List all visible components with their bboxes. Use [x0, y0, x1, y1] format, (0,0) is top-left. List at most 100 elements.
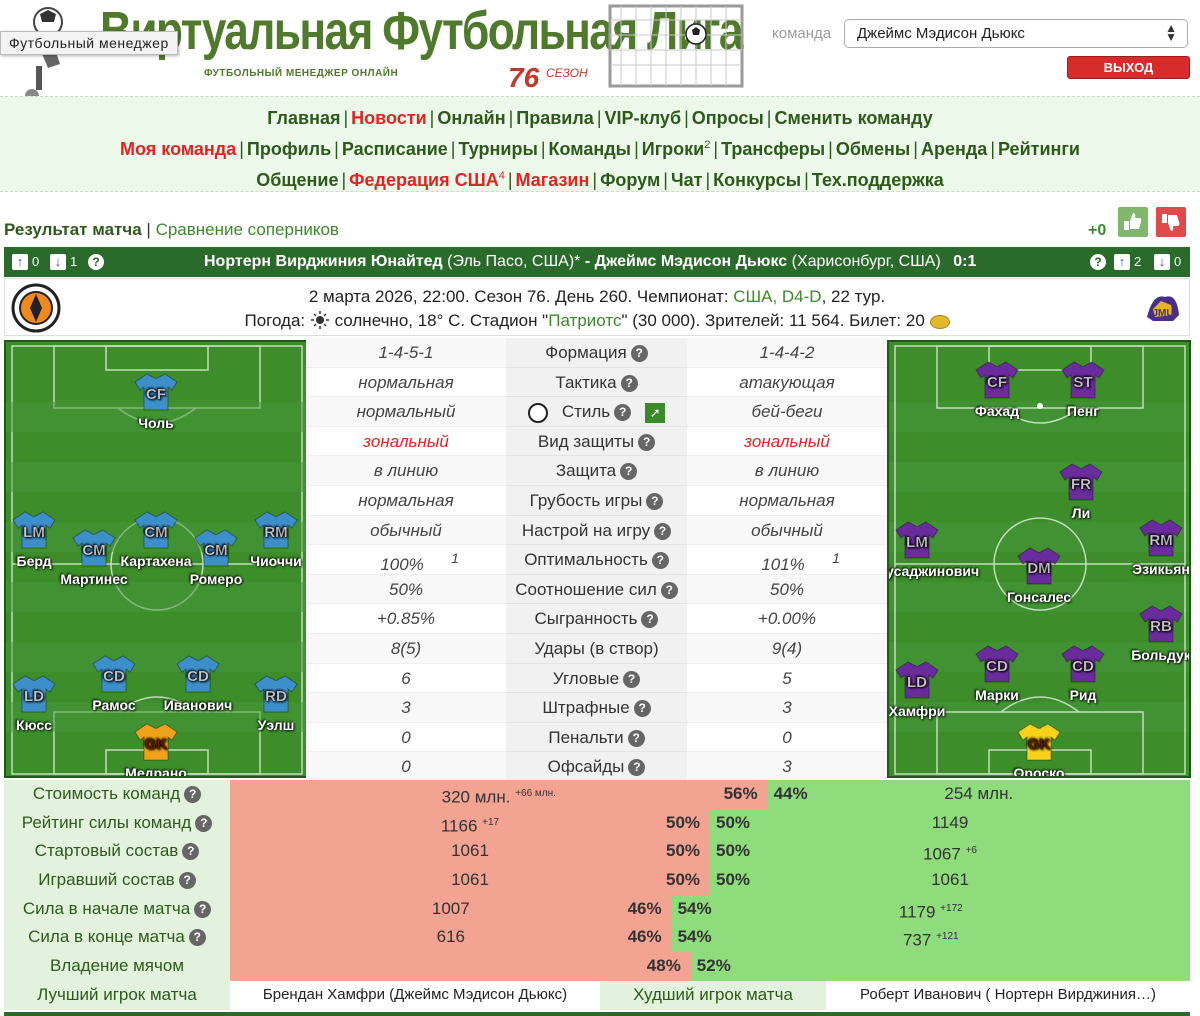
away-player-lm[interactable]: LM Хусаджинович	[889, 520, 979, 579]
worst-player-link[interactable]: Роберт Иванович ( Нортерн Вирджиния…)	[826, 980, 1190, 1010]
logout-button[interactable]: ВЫХОД	[1067, 56, 1190, 79]
away-player-fr[interactable]: FR Ли	[1041, 462, 1121, 521]
help-icon[interactable]: ?	[1090, 254, 1106, 270]
home-player-cf[interactable]: CF Чоль	[116, 372, 196, 431]
help-icon[interactable]: ?	[654, 522, 672, 540]
nav-teams[interactable]: Команды	[549, 139, 632, 159]
home-stat: 50%	[306, 574, 506, 605]
home-player-cd[interactable]: CD Иванович	[158, 654, 238, 713]
away-team-link[interactable]: Джеймс Мэдисон Дьюкс	[595, 253, 788, 270]
player-name: Кюсс	[16, 717, 52, 733]
help-icon[interactable]: ?	[620, 463, 638, 481]
nav-forum[interactable]: Форум	[600, 170, 660, 190]
home-player-cd[interactable]: CD Рамос	[74, 654, 154, 713]
thumbs-down-button[interactable]	[1156, 207, 1186, 237]
away-value: 0	[782, 727, 792, 747]
home-value: нормальный	[356, 402, 456, 422]
away-player-st[interactable]: ST Пенг	[1043, 360, 1123, 419]
help-icon[interactable]: ?	[184, 786, 202, 804]
help-icon[interactable]: ?	[178, 872, 196, 890]
nav-players[interactable]: Игроки2	[642, 139, 711, 159]
tab-opponent-comparison[interactable]: Сравнение соперников	[156, 220, 339, 239]
away-player-gk[interactable]: GK Ороско	[999, 722, 1079, 776]
home-team-link[interactable]: Нортерн Вирджиния Юнайтед	[204, 253, 443, 270]
away-team-logo[interactable]: JMU	[1143, 287, 1183, 327]
home-stat: нормальная	[306, 367, 506, 398]
nav-exchanges[interactable]: Обмены	[836, 139, 910, 159]
away-player-cd[interactable]: CD Рид	[1043, 644, 1123, 703]
home-value: 8(5)	[390, 638, 422, 658]
nav-change-team[interactable]: Сменить команду	[774, 108, 932, 128]
nav-ratings[interactable]: Рейтинги	[998, 139, 1080, 159]
stat-label: Вид защиты	[537, 431, 635, 451]
home-team-logo[interactable]	[11, 283, 61, 333]
home-player-rd[interactable]: RD Уэлш	[236, 674, 306, 733]
away-player-cf[interactable]: CF Фахад	[957, 360, 1037, 419]
league-link[interactable]: США, D4-D	[733, 287, 821, 306]
home-up-count: 0	[32, 254, 40, 269]
away-player-dm[interactable]: DM Гонсалес	[999, 546, 1079, 605]
nav-profile[interactable]: Профиль	[247, 139, 331, 159]
away-compare-percent: 50%	[716, 870, 751, 890]
help-icon[interactable]: ?	[620, 374, 638, 392]
stadium-link[interactable]: Патриотс	[548, 311, 621, 330]
shirt-icon: LD	[12, 675, 56, 713]
nav-contests[interactable]: Конкурсы	[713, 170, 801, 190]
team-select[interactable]: Джеймс Мэдисон Дьюкс ▲ ▼	[844, 19, 1188, 48]
nav-rent[interactable]: Аренда	[921, 139, 987, 159]
svg-text:RB: RB	[1150, 618, 1172, 635]
player-name: Фахад	[974, 403, 1020, 419]
nav-online[interactable]: Онлайн	[437, 108, 505, 128]
help-icon[interactable]: ?	[630, 345, 648, 363]
help-icon[interactable]: ?	[638, 433, 656, 451]
nav-vip[interactable]: VIP-клуб	[605, 108, 682, 128]
home-player-rm[interactable]: RM Чиоччи	[236, 510, 306, 569]
compare-label-text: Сила в начале матча	[22, 898, 191, 918]
nav-support[interactable]: Тех.поддержка	[812, 170, 944, 190]
nav-my-team[interactable]: Моя команда	[120, 139, 236, 159]
help-icon[interactable]: ?	[614, 404, 632, 422]
help-icon[interactable]: ?	[641, 611, 659, 629]
help-icon[interactable]: ?	[651, 552, 669, 570]
help-icon[interactable]: ?	[628, 759, 646, 777]
help-icon[interactable]: ?	[88, 254, 104, 270]
nav-polls[interactable]: Опросы	[692, 108, 764, 128]
nav-shop[interactable]: Магазин	[516, 170, 590, 190]
away-stat: 0	[687, 722, 887, 753]
help-icon[interactable]: ?	[646, 492, 664, 510]
stat-row: +0.85% Сыгранность? +0.00%	[306, 604, 887, 634]
thumbs-up-button[interactable]	[1118, 207, 1148, 237]
help-icon[interactable]: ?	[633, 700, 651, 718]
stat-name: Сыгранность?	[506, 604, 687, 634]
help-icon[interactable]: ?	[623, 670, 641, 688]
help-icon[interactable]: ?	[195, 814, 213, 832]
away-player-cd[interactable]: CD Марки	[957, 644, 1037, 703]
help-icon[interactable]: ?	[194, 900, 212, 918]
nav-rules[interactable]: Правила	[516, 108, 594, 128]
tab-match-result[interactable]: Результат матча	[4, 220, 142, 239]
nav-tournaments[interactable]: Турниры	[458, 139, 537, 159]
away-player-ld[interactable]: LD Хамфри	[889, 660, 957, 719]
home-player-gk[interactable]: GK Медрано	[116, 722, 196, 776]
help-icon[interactable]: ?	[188, 929, 206, 947]
nav-transfers[interactable]: Трансферы	[721, 139, 825, 159]
help-icon[interactable]: ?	[660, 581, 678, 599]
home-value: обычный	[370, 520, 442, 540]
home-player-ld[interactable]: LD Кюсс	[6, 674, 74, 733]
nav-schedule[interactable]: Расписание	[342, 139, 448, 159]
best-player-link[interactable]: Брендан Хамфри (Джеймс Мэдисон Дьюкс)	[230, 980, 600, 1010]
help-icon[interactable]: ?	[182, 843, 200, 861]
nav-federation[interactable]: Федерация США4	[349, 170, 505, 190]
shirt-icon: CM	[134, 511, 178, 549]
away-player-rb[interactable]: RB Больдук	[1121, 604, 1189, 663]
match-tabs: Результат матча | Сравнение соперников	[4, 220, 339, 240]
away-player-rm[interactable]: RM Эзикьян	[1121, 518, 1189, 577]
help-icon[interactable]: ?	[627, 729, 645, 747]
nav-chat[interactable]: Чат	[671, 170, 702, 190]
nav-home[interactable]: Главная	[267, 108, 340, 128]
stat-row: 6 Угловые? 5	[306, 663, 887, 694]
nav-community[interactable]: Общение	[256, 170, 338, 190]
stat-row: 1-4-5-1 Формация? 1-4-4-2	[306, 338, 887, 368]
nav-news[interactable]: Новости	[351, 108, 426, 128]
player-name: Чиоччи	[250, 553, 302, 569]
